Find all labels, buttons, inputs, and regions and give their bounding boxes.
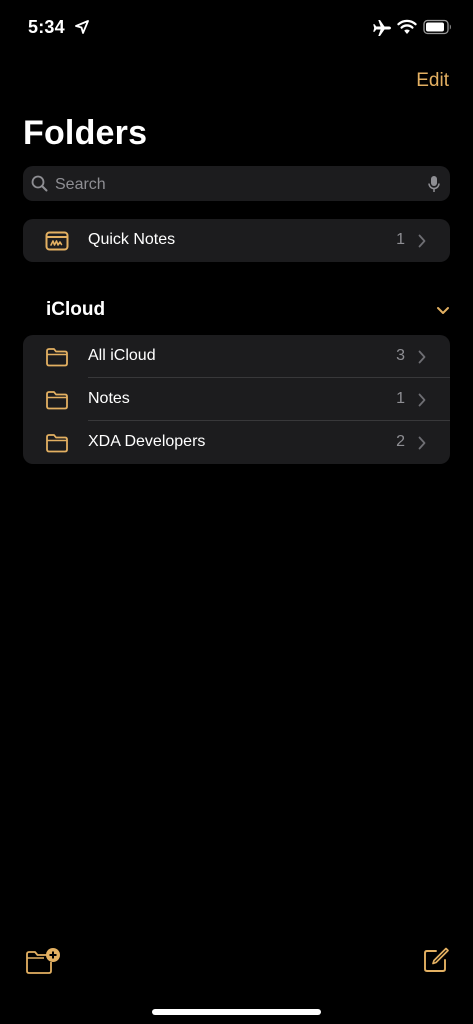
folder-icon (46, 434, 68, 453)
folder-count: 1 (396, 231, 405, 248)
chevron-right-icon (418, 350, 426, 364)
folder-label: XDA Developers (88, 433, 206, 450)
search-icon (31, 175, 48, 192)
search-input[interactable] (53, 166, 437, 203)
location-arrow-icon (75, 20, 89, 34)
folder-label: Quick Notes (88, 231, 176, 248)
status-bar: 5:34 (0, 0, 473, 56)
folder-row-xda-developers[interactable]: XDA Developers 2 (23, 421, 450, 464)
status-time: 5:34 (28, 17, 65, 37)
new-folder-button[interactable] (25, 947, 63, 975)
page-title: Folders (23, 114, 148, 152)
edit-button[interactable]: Edit (416, 70, 449, 92)
search-bar[interactable] (23, 166, 450, 203)
folder-label: Notes (88, 390, 130, 407)
quick-notes-icon (45, 231, 69, 251)
chevron-right-icon (418, 436, 426, 450)
chevron-right-icon (418, 393, 426, 407)
icloud-folders-group: All iCloud 3 Notes 1 XDA Developers 2 (23, 335, 450, 464)
battery-icon (423, 19, 451, 35)
folder-count: 2 (396, 433, 405, 450)
chevron-down-icon[interactable] (435, 300, 451, 320)
airplane-mode-icon (373, 20, 391, 36)
folder-row-all-icloud[interactable]: All iCloud 3 (23, 335, 450, 378)
wifi-icon (397, 19, 417, 34)
folder-count: 1 (396, 390, 405, 407)
section-header-icloud[interactable]: iCloud (46, 299, 105, 321)
folder-label: All iCloud (88, 347, 156, 364)
quick-notes-group: Quick Notes 1 (23, 219, 450, 262)
folder-icon (46, 348, 68, 367)
folder-count: 3 (396, 347, 405, 364)
notes-app-screen: 5:34 Edit Folders Search Quick Notes 1 i… (0, 0, 473, 1024)
microphone-icon[interactable] (428, 175, 440, 193)
folder-row-quick-notes[interactable]: Quick Notes 1 (23, 219, 450, 262)
chevron-right-icon (418, 234, 426, 248)
folder-row-notes[interactable]: Notes 1 (23, 378, 450, 421)
folder-icon (46, 391, 68, 410)
compose-button[interactable] (422, 946, 450, 974)
home-indicator[interactable] (152, 1009, 321, 1015)
